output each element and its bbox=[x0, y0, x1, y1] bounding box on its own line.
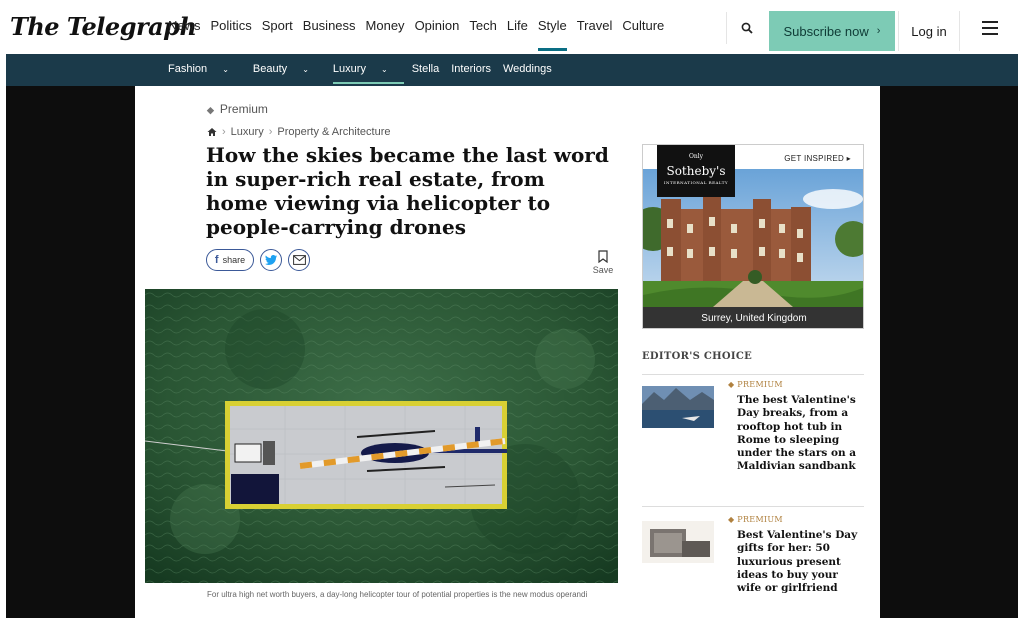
breadcrumb-separator: › bbox=[222, 126, 226, 138]
facebook-icon: f bbox=[214, 254, 219, 266]
save-label: Save bbox=[592, 265, 614, 275]
site-header: The Telegraph News Politics Sport Busine… bbox=[0, 0, 1024, 56]
hero-image bbox=[145, 289, 618, 583]
subscribe-label: Subscribe now bbox=[783, 23, 869, 39]
premium-label: ◆ Premium bbox=[207, 102, 268, 116]
chevron-down-icon: ⌄ bbox=[222, 65, 229, 74]
ad-location: Surrey, United Kingdom bbox=[643, 307, 863, 328]
nav-item-politics[interactable]: Politics bbox=[211, 18, 252, 33]
left-gutter bbox=[6, 86, 135, 618]
subnav-item-beauty[interactable]: Beauty ⌄ bbox=[253, 63, 321, 75]
email-share-button[interactable] bbox=[288, 249, 310, 271]
right-gutter bbox=[880, 86, 1018, 618]
breadcrumb-separator: › bbox=[268, 126, 273, 138]
login-button[interactable]: Log in bbox=[898, 11, 960, 51]
search-icon bbox=[741, 22, 753, 34]
image-caption: For ultra high net worth buyers, a day-l… bbox=[207, 590, 588, 599]
nav-item-style[interactable]: Style bbox=[537, 18, 567, 51]
editors-choice-title[interactable]: Best Valentine's Day gifts for her: 50 l… bbox=[737, 529, 865, 595]
twitter-share-button[interactable] bbox=[260, 249, 282, 271]
diamond-icon: ◆ bbox=[728, 515, 738, 524]
sothebys-logo: Only Sotheby's INTERNATIONAL REALTY bbox=[657, 145, 735, 197]
nav-item-sport[interactable]: Sport bbox=[262, 18, 293, 33]
email-icon bbox=[292, 255, 306, 265]
search-button[interactable] bbox=[726, 12, 766, 44]
article-thumbnail bbox=[642, 386, 714, 428]
subnav-item-interiors[interactable]: Interiors bbox=[451, 63, 491, 75]
subnav-item-weddings[interactable]: Weddings bbox=[503, 63, 552, 75]
main-nav: News Politics Sport Business Money Opini… bbox=[168, 18, 674, 51]
hamburger-menu-icon[interactable] bbox=[975, 18, 1005, 38]
section-subnav: Fashion ⌄ Beauty ⌄ Luxury ⌄ Stella Inter… bbox=[6, 54, 1018, 86]
nav-item-business[interactable]: Business bbox=[303, 18, 356, 33]
editors-choice-title[interactable]: The best Valentine's Day breaks, from a … bbox=[737, 394, 865, 474]
get-inspired-link[interactable]: GET INSPIRED ▸ bbox=[784, 154, 851, 163]
subscribe-button[interactable]: Subscribe now › bbox=[769, 11, 895, 51]
breadcrumb-property[interactable]: Property & Architecture bbox=[277, 126, 390, 138]
nav-item-news[interactable]: News bbox=[168, 18, 201, 33]
article-content: ◆ Premium › Luxury › Property & Architect… bbox=[135, 86, 880, 618]
article-thumbnail bbox=[642, 521, 714, 563]
home-icon[interactable] bbox=[207, 127, 217, 137]
nav-item-tech[interactable]: Tech bbox=[469, 18, 496, 33]
chevron-down-icon: ⌄ bbox=[381, 65, 388, 74]
breadcrumb-luxury[interactable]: Luxury bbox=[231, 126, 264, 138]
save-button[interactable]: Save bbox=[591, 250, 615, 275]
nav-item-culture[interactable]: Culture bbox=[622, 18, 664, 33]
divider bbox=[642, 506, 864, 507]
bookmark-icon bbox=[598, 250, 608, 264]
twitter-icon bbox=[265, 255, 278, 265]
facebook-share-button[interactable]: f share bbox=[206, 249, 254, 271]
editors-choice-heading: EDITOR'S CHOICE bbox=[642, 351, 753, 362]
nav-item-opinion[interactable]: Opinion bbox=[415, 18, 460, 33]
diamond-icon: ◆ bbox=[728, 380, 738, 389]
chevron-down-icon: ⌄ bbox=[302, 65, 309, 74]
nav-item-travel[interactable]: Travel bbox=[577, 18, 613, 33]
article-headline: How the skies became the last word in su… bbox=[206, 143, 609, 239]
subnav-item-luxury[interactable]: Luxury ⌄ bbox=[332, 63, 404, 84]
sothebys-advert[interactable]: Only Sotheby's INTERNATIONAL REALTY GET … bbox=[642, 144, 864, 329]
premium-badge: ◆ PREMIUM bbox=[728, 515, 783, 524]
nav-item-money[interactable]: Money bbox=[366, 18, 405, 33]
subnav-item-stella[interactable]: Stella bbox=[412, 63, 440, 75]
breadcrumb: › Luxury › Property & Architecture bbox=[207, 126, 390, 138]
caret-right-icon: ▸ bbox=[846, 154, 851, 163]
divider bbox=[642, 374, 864, 375]
diamond-icon: ◆ bbox=[207, 105, 214, 115]
premium-badge: ◆ PREMIUM bbox=[728, 380, 783, 389]
share-buttons: f share bbox=[206, 249, 310, 271]
chevron-right-icon: › bbox=[876, 25, 881, 37]
nav-item-life[interactable]: Life bbox=[507, 18, 528, 33]
subnav-item-fashion[interactable]: Fashion ⌄ bbox=[168, 63, 241, 75]
